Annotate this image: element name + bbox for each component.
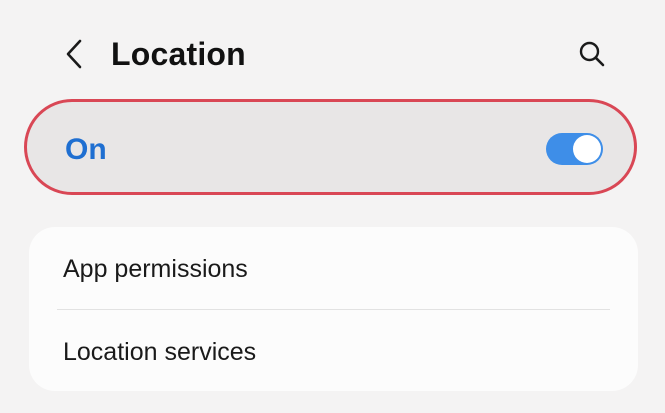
back-button[interactable] <box>56 36 92 72</box>
search-button[interactable] <box>572 36 612 72</box>
list-item-app-permissions[interactable]: App permissions <box>29 227 638 309</box>
list-item-location-services[interactable]: Location services <box>29 310 638 392</box>
toggle-knob <box>573 135 601 163</box>
page-title: Location <box>111 36 246 72</box>
list-item-label: Location services <box>63 338 257 366</box>
chevron-left-icon <box>66 39 82 69</box>
location-master-switch-row[interactable]: On <box>24 99 637 195</box>
list-item-label: App permissions <box>63 255 248 283</box>
search-icon <box>579 41 605 67</box>
settings-card: App permissions Location services <box>29 227 638 391</box>
app-bar: Location <box>0 0 665 110</box>
master-switch-label: On <box>65 133 107 166</box>
location-toggle[interactable] <box>546 133 603 165</box>
